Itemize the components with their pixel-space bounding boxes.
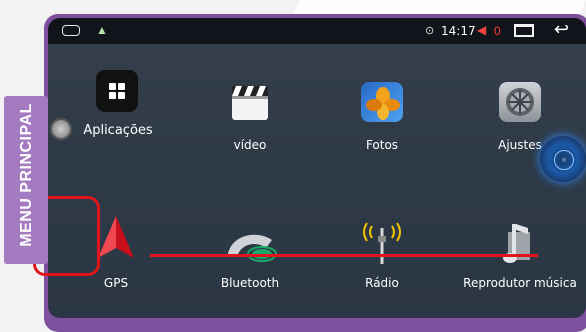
volume-icon[interactable]: ◀ — [477, 23, 486, 37]
knob-icon[interactable] — [50, 118, 72, 140]
window-icon[interactable] — [514, 24, 534, 37]
app-video[interactable]: vídeo — [208, 78, 292, 158]
photos-icon — [361, 82, 403, 122]
location-icon: ⊙ — [425, 25, 435, 37]
home-icon[interactable] — [62, 25, 80, 36]
back-arrow-icon[interactable]: ↩ — [554, 19, 569, 40]
volume-level: 0 — [494, 24, 501, 38]
app-label: Rádio — [365, 276, 399, 290]
apps-grid-icon — [96, 70, 138, 112]
app-label: GPS — [103, 276, 129, 290]
video-clapper-icon — [228, 82, 272, 125]
app-fotos[interactable]: Fotos — [340, 78, 424, 158]
radio-antenna-icon — [358, 218, 406, 267]
app-aplicacoes[interactable]: Aplicações — [76, 66, 160, 146]
highlight-line — [150, 254, 538, 257]
head-unit-screen: ▲ ⊙ 14:17 ◀ 0 ↩ Aplicações vídeo Fotos A… — [48, 18, 586, 318]
music-note-icon — [498, 220, 538, 267]
app-label: Bluetooth — [220, 276, 280, 290]
side-tab-label: MENU PRINCIPAL — [18, 103, 35, 247]
status-bar: ▲ ⊙ 14:17 ◀ 0 ↩ — [48, 18, 586, 44]
app-label: Fotos — [365, 138, 399, 152]
house-icon: ▲ — [96, 23, 108, 37]
clock: 14:17 — [441, 24, 476, 38]
phone-handset-icon — [222, 224, 278, 265]
app-label: Aplicações — [83, 123, 153, 138]
gps-arrow-icon — [94, 214, 138, 265]
settings-icon — [499, 82, 541, 122]
side-tab: MENU PRINCIPAL — [4, 96, 48, 264]
floating-assistant-icon[interactable]: ◎ — [540, 136, 586, 182]
app-label: Reprodutor música — [463, 276, 577, 290]
app-label: vídeo — [233, 138, 267, 152]
